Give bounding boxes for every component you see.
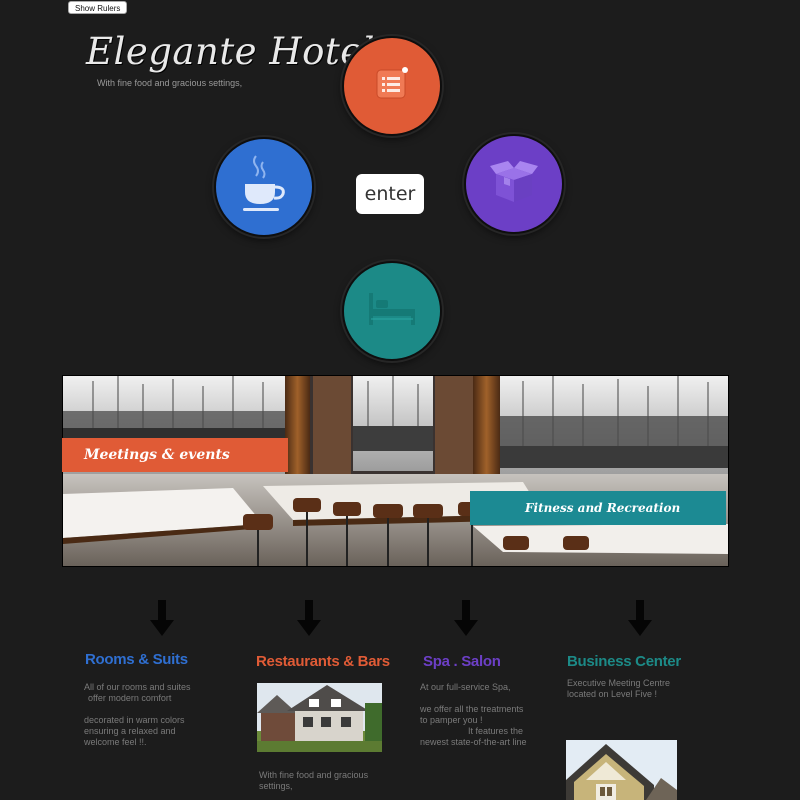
menu-circle-button[interactable] bbox=[342, 36, 442, 136]
meetings-events-link[interactable]: Meetings & events bbox=[62, 438, 288, 472]
spa-text-4: It features the bbox=[468, 726, 524, 736]
rooms-text-5: welcome feel !!. bbox=[84, 737, 147, 747]
restaurant-house-image bbox=[257, 683, 382, 752]
spa-salon-title[interactable]: Spa . Salon bbox=[423, 653, 501, 670]
spa-text-1: At our full-service Spa, bbox=[420, 682, 511, 692]
menu-list-icon bbox=[375, 66, 409, 106]
down-arrow-icon bbox=[150, 600, 174, 641]
fitness-recreation-link[interactable]: Fitness and Recreation bbox=[470, 491, 726, 525]
spa-text-3: to pamper you ! bbox=[420, 715, 483, 725]
restaurants-text-1: With fine food and gracious bbox=[259, 770, 369, 780]
rooms-text-4: ensuring a relaxed and bbox=[84, 726, 176, 736]
business-text-2: located on Level Five ! bbox=[567, 689, 658, 699]
rooms-text-3: decorated in warm colors bbox=[84, 715, 185, 725]
restaurants-text-2: settings, bbox=[259, 781, 293, 791]
bed-circle-button[interactable] bbox=[342, 261, 442, 361]
down-arrow-icon bbox=[628, 600, 652, 641]
restaurants-bars-title[interactable]: Restaurants & Bars bbox=[256, 653, 390, 670]
rooms-suits-title[interactable]: Rooms & Suits bbox=[85, 651, 188, 668]
show-rulers-button[interactable]: Show Rulers bbox=[68, 1, 128, 14]
gift-circle-button[interactable] bbox=[464, 134, 564, 234]
business-house-image bbox=[566, 740, 677, 800]
down-arrow-icon bbox=[297, 600, 321, 641]
coffee-circle-button[interactable] bbox=[214, 137, 314, 237]
site-tagline: With fine food and gracious settings, bbox=[97, 78, 243, 88]
spa-text-2: we offer all the treatments bbox=[420, 704, 524, 714]
rooms-text-2: offer modern comfort bbox=[88, 693, 172, 703]
rooms-text-1: All of our rooms and suites bbox=[84, 682, 191, 692]
spa-text-5: newest state-of-the-art line bbox=[420, 737, 527, 747]
coffee-cup-icon bbox=[239, 154, 289, 221]
gift-box-icon bbox=[490, 158, 538, 211]
business-center-title[interactable]: Business Center bbox=[567, 653, 681, 670]
enter-button[interactable]: enter bbox=[356, 174, 424, 214]
bed-icon bbox=[367, 289, 417, 334]
business-text-1: Executive Meeting Centre bbox=[567, 678, 671, 688]
down-arrow-icon bbox=[454, 600, 478, 641]
